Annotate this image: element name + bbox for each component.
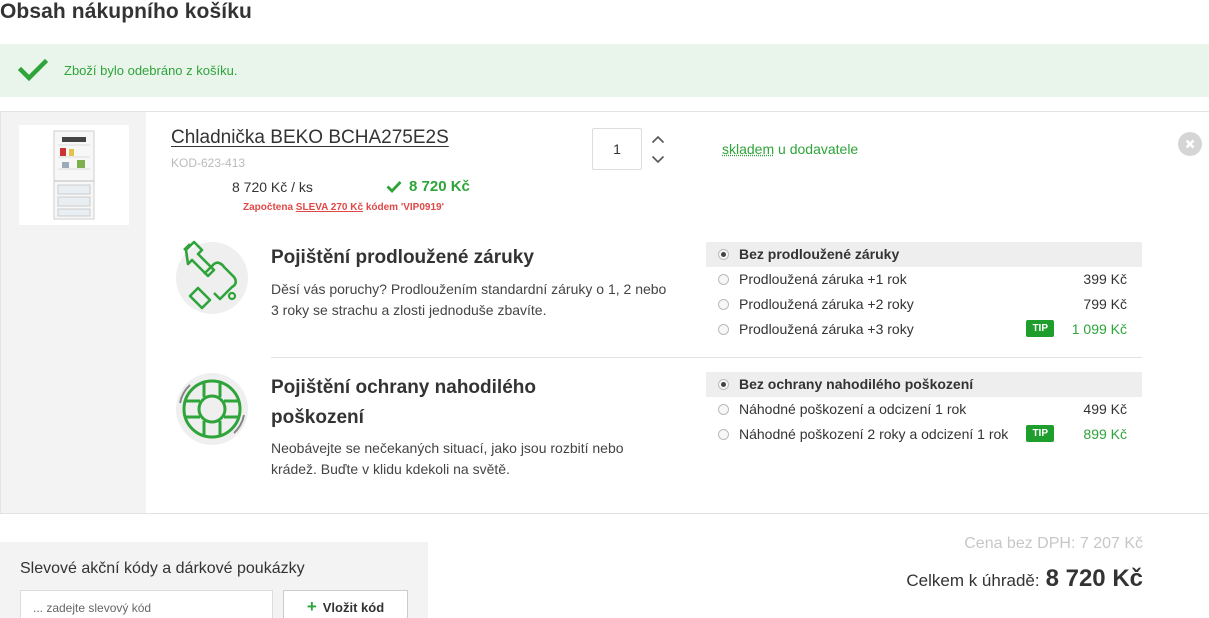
chevron-up-icon xyxy=(651,135,665,144)
product-name-link[interactable]: Chladnička BEKO BCHA275E2S xyxy=(171,127,449,149)
lifebuoy-icon xyxy=(176,373,248,445)
warranty-option-3-years[interactable]: Prodloužená záruka +3 roky TIP 1 099 Kč xyxy=(706,317,1142,342)
discount-note: Započtena SLEVA 270 Kč kódem 'VIP0919' xyxy=(243,202,444,213)
option-price: 799 Kč xyxy=(1083,296,1127,312)
radio-button[interactable] xyxy=(718,324,729,335)
damage-option-none[interactable]: Bez ochrany nahodilého poškození xyxy=(706,372,1142,397)
close-icon xyxy=(1184,138,1196,150)
option-label: Prodloužená záruka +3 roky xyxy=(739,321,914,337)
option-label: Prodloužená záruka +2 roky xyxy=(739,296,914,312)
discount-prefix: Započtena xyxy=(243,202,293,213)
product-image-column xyxy=(0,112,146,513)
damage-title: Pojištění ochrany nahodilého poškození xyxy=(271,373,536,433)
checkmark-icon xyxy=(18,58,48,82)
damage-option-2-years[interactable]: Náhodné poškození 2 roky a odcizení 1 ro… xyxy=(706,422,1142,447)
divider xyxy=(271,357,1142,358)
stock-supplier-text: u dodavatele xyxy=(774,141,858,157)
cart-item: Chladnička BEKO BCHA275E2S KOD-623-413 8… xyxy=(0,111,1209,514)
stock-status: skladem u dodavatele xyxy=(722,141,858,157)
radio-button[interactable] xyxy=(718,429,729,440)
damage-option-1-year[interactable]: Náhodné poškození a odcizení 1 rok 499 K… xyxy=(706,397,1142,422)
discount-codes-panel: Slevové akční kódy a dárkové poukázky ..… xyxy=(0,542,428,618)
option-price: 1 099 Kč xyxy=(1072,321,1127,337)
warranty-option-none[interactable]: Bez prodloužené záruky xyxy=(706,242,1142,267)
radio-button[interactable] xyxy=(718,274,729,285)
product-code: KOD-623-413 xyxy=(171,156,245,170)
discount-codes-heading: Slevové akční kódy a dárkové poukázky xyxy=(20,560,305,578)
option-label: Náhodné poškození a odcizení 1 rok xyxy=(739,401,966,417)
warranty-option-2-years[interactable]: Prodloužená záruka +2 roky 799 Kč xyxy=(706,292,1142,317)
damage-title-line-1: Pojištění ochrany nahodilého xyxy=(271,373,536,403)
radio-button[interactable] xyxy=(718,379,729,390)
page-title: Obsah nákupního košíku xyxy=(0,0,252,24)
success-alert: Zboží bylo odebráno z košíku. xyxy=(0,44,1209,97)
option-label: Prodloužená záruka +1 rok xyxy=(739,271,907,287)
checkmark-icon xyxy=(386,180,402,193)
discount-link[interactable]: SLEVA 270 Kč xyxy=(296,202,363,213)
warranty-description: Děsí vás poruchy? Prodloužením standardn… xyxy=(271,279,671,321)
radio-button[interactable] xyxy=(718,249,729,260)
option-label: Náhodné poškození 2 roky a odcizení 1 ro… xyxy=(739,426,1008,442)
damage-title-line-2: poškození xyxy=(271,403,536,433)
apply-code-label: Vložit kód xyxy=(323,600,384,615)
fridge-image xyxy=(44,129,104,221)
option-label: Bez ochrany nahodilého poškození xyxy=(739,376,973,392)
lifebuoy-graphic xyxy=(176,373,248,445)
product-image[interactable] xyxy=(19,125,129,225)
tip-badge: TIP xyxy=(1026,320,1054,337)
discount-code-input[interactable]: ... zadejte slevový kód xyxy=(20,590,273,618)
quantity-decrease-button[interactable] xyxy=(648,152,668,166)
wrench-hand-icon xyxy=(176,242,248,314)
warranty-option-1-year[interactable]: Prodloužená záruka +1 rok 399 Kč xyxy=(706,267,1142,292)
item-total-value: 8 720 Kč xyxy=(409,178,470,195)
option-price: 899 Kč xyxy=(1083,426,1127,442)
unit-price: 8 720 Kč / ks xyxy=(232,179,313,195)
discount-suffix: kódem 'VIP0919' xyxy=(366,202,444,213)
warranty-options: Bez prodloužené záruky Prodloužená záruk… xyxy=(706,242,1142,342)
quantity-input[interactable]: 1 xyxy=(592,128,642,170)
grand-total-label: Celkem k úhradě: xyxy=(906,571,1039,591)
quantity-increase-button[interactable] xyxy=(648,132,668,146)
price-without-vat: Cena bez DPH: 7 207 Kč xyxy=(964,535,1143,553)
grand-total: Celkem k úhradě: 8 720 Kč xyxy=(906,565,1143,593)
radio-button[interactable] xyxy=(718,404,729,415)
apply-code-button[interactable]: + Vložit kód xyxy=(283,590,408,618)
stock-link[interactable]: skladem xyxy=(722,141,774,157)
plus-icon: + xyxy=(307,597,317,617)
option-price: 499 Kč xyxy=(1083,401,1127,417)
radio-button[interactable] xyxy=(718,299,729,310)
remove-item-button[interactable] xyxy=(1178,132,1202,156)
chevron-down-icon xyxy=(651,155,665,164)
tip-badge: TIP xyxy=(1026,425,1054,442)
grand-total-amount: 8 720 Kč xyxy=(1046,565,1143,593)
option-label: Bez prodloužené záruky xyxy=(739,246,899,262)
option-price: 399 Kč xyxy=(1083,271,1127,287)
alert-message: Zboží bylo odebráno z košíku. xyxy=(64,63,237,78)
warranty-title: Pojištění prodloužené záruky xyxy=(271,243,534,273)
item-total-price: 8 720 Kč xyxy=(386,178,470,195)
damage-description: Neobávejte se nečekaných situací, jako j… xyxy=(271,438,671,480)
damage-options: Bez ochrany nahodilého poškození Náhodné… xyxy=(706,372,1142,447)
wrench-hand-graphic xyxy=(176,236,248,316)
